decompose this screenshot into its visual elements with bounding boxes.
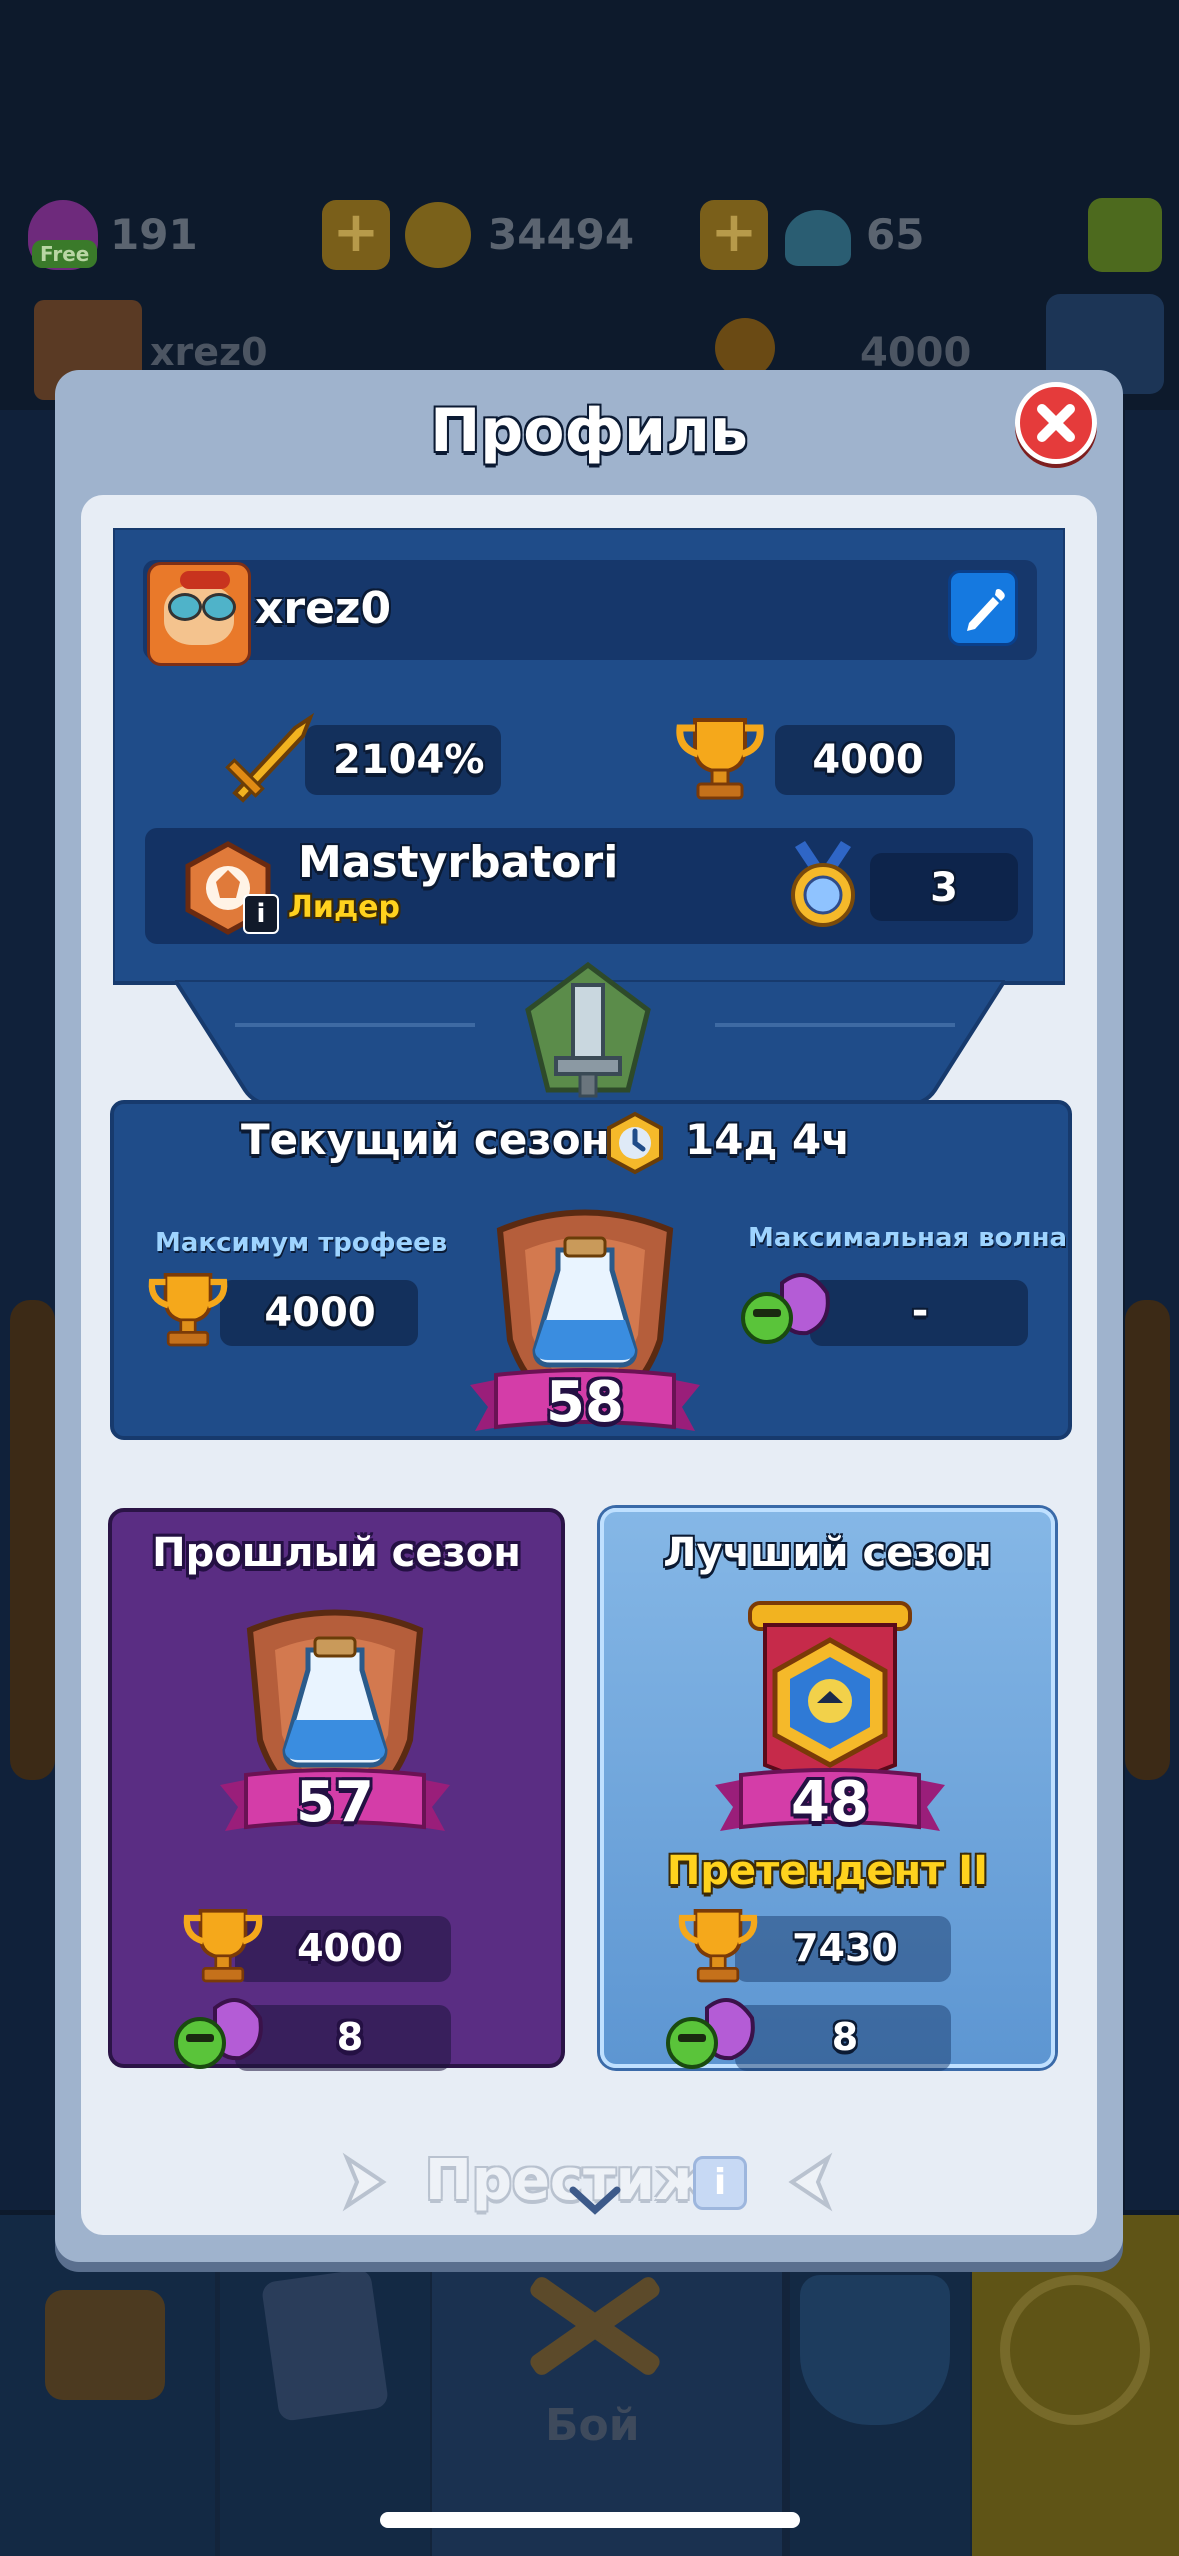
- profile-modal: Профиль xrez0 2104% 4000 i Mastyrbatori …: [55, 370, 1123, 2262]
- chest-icon: [45, 2290, 165, 2400]
- best-trophies-value: 7430: [792, 1926, 898, 1970]
- max-trophies-value: 4000: [264, 1290, 376, 1336]
- gems-counter: Free 191: [28, 200, 328, 280]
- crystals-value: 65: [866, 210, 925, 259]
- sword-icon: [225, 712, 315, 803]
- shield-icon: [800, 2275, 950, 2425]
- modal-title: Профиль: [430, 396, 748, 466]
- current-season-rank: 58: [546, 1370, 624, 1435]
- bg-left-orange: [10, 1300, 55, 1780]
- pencil-icon: [967, 589, 1005, 631]
- best-season-rank: 48: [791, 1770, 869, 1835]
- crystal-icon: [785, 210, 851, 266]
- prestige-next-button[interactable]: [337, 2150, 393, 2214]
- max-trophies-label: Максимум трофеев: [155, 1228, 448, 1258]
- prestige-info-button[interactable]: i: [693, 2156, 747, 2210]
- edit-name-button[interactable]: [948, 570, 1018, 646]
- last-monsters-icon: [174, 1998, 263, 2069]
- trophy-icon: [676, 718, 764, 800]
- dropdown-button[interactable]: [1088, 198, 1162, 272]
- best-trophy-icon: [678, 1909, 758, 1983]
- crossed-swords-icon: [500, 2255, 680, 2395]
- power-value: 2104%: [333, 737, 485, 783]
- best-wave-value: 8: [831, 2015, 859, 2059]
- home-indicator[interactable]: [380, 2512, 800, 2528]
- chevron-left-icon: [788, 2152, 833, 2212]
- season-timer: 14д 4ч: [685, 1115, 851, 1164]
- last-trophies-value: 4000: [297, 1926, 403, 1970]
- add-crystals-button[interactable]: +: [700, 200, 768, 270]
- add-coins-button[interactable]: +: [322, 200, 390, 270]
- sword-rank-icon: [525, 961, 651, 1098]
- last-season-rank: 57: [296, 1770, 374, 1835]
- medals-value: 3: [930, 865, 958, 911]
- avatar[interactable]: [147, 562, 251, 666]
- monsters-icon: [741, 1273, 830, 1344]
- player-name: xrez0: [255, 583, 392, 634]
- trophies-value: 4000: [812, 737, 924, 783]
- gems-value: 191: [110, 210, 198, 259]
- cards-icon: [260, 2268, 390, 2422]
- leader-info-icon: i: [243, 894, 279, 934]
- info-icon: i: [713, 2162, 727, 2203]
- last-trophy-icon: [183, 1909, 263, 1983]
- bg-right-orange: [1125, 1300, 1170, 1780]
- prestige-prev-button[interactable]: [782, 2150, 838, 2214]
- best-monsters-icon: [666, 1998, 755, 2069]
- coin-icon: [405, 202, 471, 268]
- medal-icon: [791, 841, 855, 927]
- best-season-title: Лучший сезон: [663, 1530, 992, 1576]
- last-season-title: Прошлый сезон: [152, 1530, 521, 1576]
- battle-label: Бой: [545, 2400, 640, 2451]
- free-label: Free: [32, 240, 98, 268]
- laurel-icon: [1000, 2275, 1150, 2425]
- bg-trophy-icon: [715, 318, 775, 378]
- best-season-league: Претендент II: [666, 1848, 989, 1894]
- bg-player-name: xrez0: [150, 330, 268, 374]
- bottom-nav: Бой: [0, 2215, 1179, 2556]
- close-icon: [1037, 404, 1075, 442]
- max-trophy-icon: [148, 1273, 228, 1347]
- coins-value: 34494: [488, 210, 635, 259]
- timer-icon: [607, 1111, 663, 1175]
- clan-name: Mastyrbatori: [298, 837, 619, 888]
- current-season-label: Текущий сезон:: [241, 1115, 627, 1164]
- clan-role: Лидер: [288, 890, 400, 925]
- max-wave-label: Максимальная волна: [748, 1223, 1068, 1253]
- chevron-right-icon: [342, 2152, 387, 2212]
- close-button[interactable]: [1015, 382, 1097, 464]
- last-wave-value: 8: [336, 2015, 364, 2059]
- max-wave-value: -: [911, 1288, 929, 1334]
- chevron-down-icon: [569, 2186, 621, 2215]
